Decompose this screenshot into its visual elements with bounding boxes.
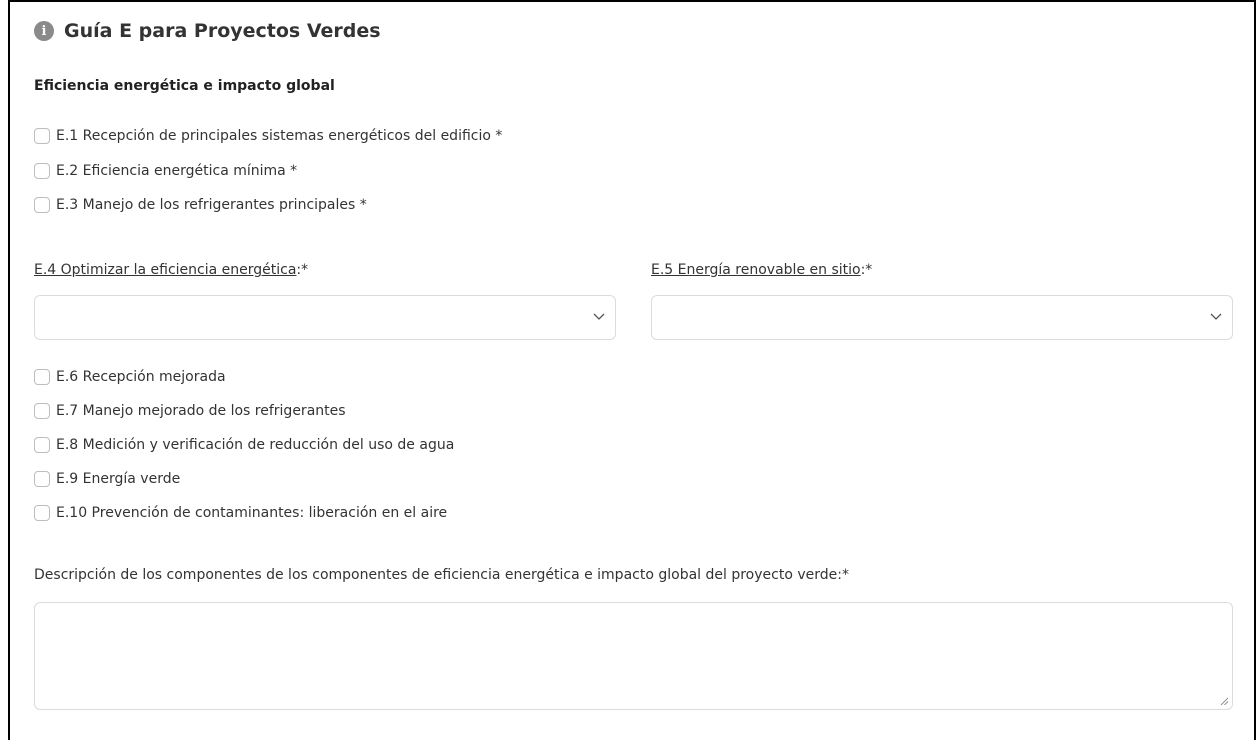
checkbox-box[interactable] [34,369,50,385]
checkbox-e8[interactable]: E.8 Medición y verificación de reducción… [34,437,454,453]
checkbox-label: E.8 Medición y verificación de reducción… [56,437,455,453]
checkbox-e10[interactable]: E.10 Prevención de contaminantes: libera… [34,505,447,521]
e4-label: E.4 Optimizar la eficiencia energética:* [34,262,308,278]
checkbox-label: E.9 Energía verde [56,471,181,487]
checkbox-box[interactable] [34,505,50,521]
section-title: Eficiencia energética e impacto global [34,78,335,94]
checkbox-box[interactable] [34,197,50,213]
checkbox-box[interactable] [34,128,50,144]
checkbox-label: E.6 Recepción mejorada [56,369,226,385]
page-title: Guía E para Proyectos Verdes [64,20,381,42]
description-label: Descripción de los componentes de los co… [34,567,849,583]
checkbox-label: E.3 Manejo de los refrigerantes principa… [56,197,367,213]
info-icon[interactable]: i [34,21,54,41]
checkbox-box[interactable] [34,437,50,453]
resize-grip-icon[interactable] [1220,697,1228,705]
description-textarea[interactable] [34,602,1233,710]
chevron-down-icon [1210,313,1222,320]
section-header: i Guía E para Proyectos Verdes [34,20,381,42]
e4-link[interactable]: E.4 Optimizar la eficiencia energética [34,262,296,278]
checkbox-box[interactable] [34,163,50,179]
required-marker: :* [860,262,873,278]
checkbox-e9[interactable]: E.9 Energía verde [34,471,180,487]
e5-label: E.5 Energía renovable en sitio:* [651,262,872,278]
checkbox-e3[interactable]: E.3 Manejo de los refrigerantes principa… [34,197,367,213]
chevron-down-icon [593,313,605,320]
checkbox-e7[interactable]: E.7 Manejo mejorado de los refrigerantes [34,403,346,419]
e5-select[interactable] [651,295,1233,340]
checkbox-e6[interactable]: E.6 Recepción mejorada [34,369,226,385]
checkbox-box[interactable] [34,403,50,419]
e5-link[interactable]: E.5 Energía renovable en sitio [651,262,861,278]
checkbox-label: E.10 Prevención de contaminantes: libera… [56,505,448,521]
checkbox-e1[interactable]: E.1 Recepción de principales sistemas en… [34,128,502,144]
checkbox-label: E.1 Recepción de principales sistemas en… [56,128,503,144]
e4-select[interactable] [34,295,616,340]
checkbox-e2[interactable]: E.2 Eficiencia energética mínima * [34,163,297,179]
checkbox-box[interactable] [34,471,50,487]
required-marker: :* [296,262,309,278]
checkbox-label: E.2 Eficiencia energética mínima * [56,163,298,179]
checkbox-label: E.7 Manejo mejorado de los refrigerantes [56,403,346,419]
